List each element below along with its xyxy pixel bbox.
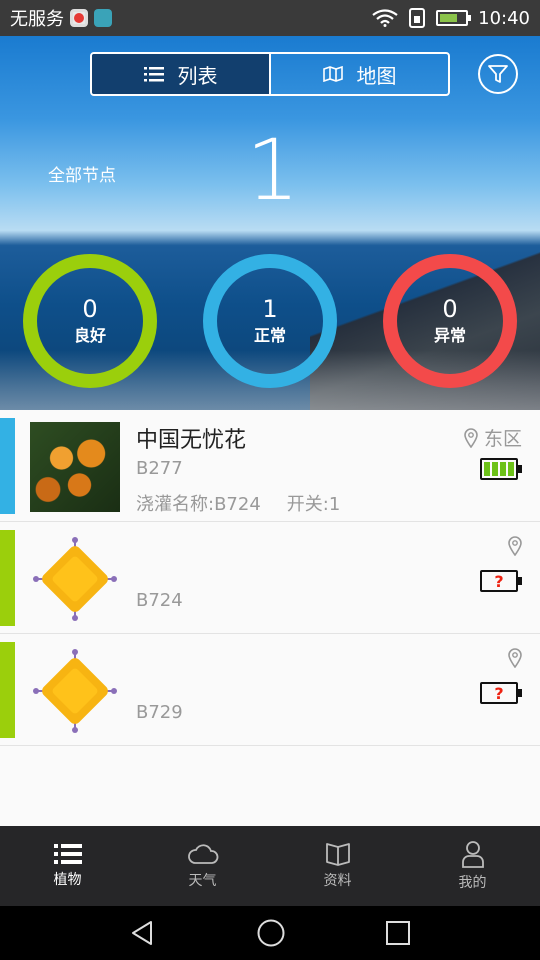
all-nodes-label: 全部节点: [48, 166, 116, 186]
all-nodes-count: 1: [246, 121, 300, 219]
abnormal-label: 异常: [433, 326, 466, 346]
nav-info-label: 资料: [323, 873, 352, 889]
nav-plants[interactable]: 植物: [0, 826, 135, 906]
normal-count: 1: [262, 294, 278, 323]
wifi-icon: [372, 9, 398, 27]
tab-list[interactable]: 列表: [92, 54, 269, 94]
status-ring-normal[interactable]: 1 正常: [203, 254, 337, 388]
system-nav-bar: [0, 906, 540, 960]
normal-label: 正常: [253, 326, 286, 346]
location: [508, 536, 522, 556]
node-code: B724: [136, 590, 183, 611]
nav-weather-label: 天气: [188, 873, 217, 889]
battery-unknown-icon: ?: [480, 682, 522, 704]
nav-info[interactable]: 资料: [270, 826, 405, 906]
clock-text: 10:40: [478, 7, 530, 29]
location-pin-icon: [464, 427, 478, 448]
filter-icon: [488, 65, 508, 83]
status-ring-abnormal[interactable]: 0 异常: [383, 254, 517, 388]
location: 东区: [464, 424, 522, 451]
sensor-icon: [33, 649, 117, 733]
good-count: 0: [82, 294, 98, 323]
list-icon: [53, 844, 82, 864]
sensor-icon: [33, 537, 117, 621]
list-item[interactable]: 中国无忧花 B277 浇灌名称:B724 开关:1 东区: [0, 410, 540, 522]
user-icon: [461, 841, 484, 868]
back-icon[interactable]: [129, 919, 157, 947]
battery-full-icon: [480, 458, 522, 480]
map-icon: [322, 66, 343, 82]
list-item[interactable]: B729 ?: [0, 634, 540, 746]
sim-icon: [409, 8, 426, 28]
recents-icon[interactable]: [385, 920, 411, 946]
book-icon: [325, 843, 350, 866]
list-icon: [143, 67, 164, 82]
tab-map-label: 地图: [356, 63, 397, 88]
bottom-nav: 植物 天气 资料 我的: [0, 826, 540, 906]
home-icon[interactable]: [256, 918, 286, 948]
node-name: 中国无忧花: [136, 428, 247, 453]
nav-weather[interactable]: 天气: [135, 826, 270, 906]
status-indicator: [0, 642, 15, 738]
good-label: 良好: [73, 326, 106, 346]
android-notification-icon: [94, 9, 112, 27]
node-code: B729: [136, 702, 183, 723]
hero-banner: 列表 地图 全部节点 1 0 良好 1 正常 0 异常: [0, 36, 540, 410]
node-details: 浇灌名称:B724 开关:1: [136, 490, 340, 516]
filter-button[interactable]: [478, 54, 518, 94]
carrier-text: 无服务: [10, 9, 64, 30]
irrigation-name: 浇灌名称:B724: [136, 494, 261, 515]
app-notification-icon: [70, 9, 88, 27]
abnormal-count: 0: [442, 294, 458, 323]
battery-unknown-icon: ?: [480, 570, 522, 592]
status-ring-good[interactable]: 0 良好: [23, 254, 157, 388]
node-list: 中国无忧花 B277 浇灌名称:B724 开关:1 东区 B724 ? B729…: [0, 410, 540, 746]
plant-photo: [30, 422, 120, 512]
status-indicator: [0, 418, 15, 514]
cloud-icon: [187, 844, 218, 864]
tab-map[interactable]: 地图: [269, 54, 448, 94]
location-text: 东区: [483, 428, 522, 450]
location-pin-icon: [508, 648, 522, 668]
tab-list-label: 列表: [177, 63, 218, 88]
switch-status: 开关:1: [286, 494, 341, 515]
location: [508, 648, 522, 668]
location-pin-icon: [508, 536, 522, 556]
node-code: B277: [136, 458, 183, 479]
view-toggle: 列表 地图: [90, 52, 450, 96]
nav-me[interactable]: 我的: [405, 826, 540, 906]
battery-status-icon: [436, 10, 472, 26]
nav-me-label: 我的: [458, 875, 487, 891]
list-item[interactable]: B724 ?: [0, 522, 540, 634]
nav-plants-label: 植物: [53, 872, 82, 888]
status-indicator: [0, 530, 15, 626]
status-bar: 无服务 10:40: [0, 0, 540, 36]
